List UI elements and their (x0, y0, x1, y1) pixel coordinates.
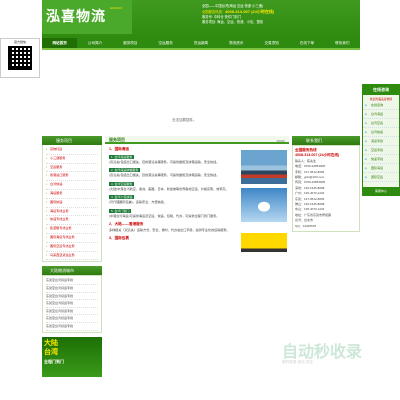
service-desc: (大陆)中港台湾航空，澳洲、美国、日本、新加坡等世界各地空运，价格实惠、效率高。 (109, 186, 229, 191)
customer-service-button[interactable]: 客服中心 (363, 187, 399, 195)
contact-box: 全国服务热线 4008-313-007 (24小时在线) 联系人：陈先生 电话：… (292, 145, 360, 233)
qr-code-icon (8, 46, 32, 70)
sidebar-item[interactable]: 海运专线业务 (46, 208, 98, 217)
service-tag[interactable]: 3. 台湾空运服务 (109, 181, 135, 186)
plugin-error-text: 无法加载插件。 (172, 118, 197, 122)
airplane-image (241, 188, 287, 222)
header: 泓喜物流 HONGXI 全国——中国台湾(海运 空运 快递 小三通) 全国服务热… (42, 0, 360, 38)
nav-item-air[interactable]: 空运服务 (148, 38, 183, 48)
nav-item-home[interactable]: 网站首页 (42, 38, 78, 48)
banner-line1: 大陆 (44, 339, 58, 347)
sidebar-item[interactable]: 国际空运专线业务 (46, 243, 98, 252)
chat-item[interactable]: 台湾快递 (363, 128, 399, 137)
center-content: 服务项目 MORE 1、国际海运 1. 台湾海运服务 (双清关)包括出口报关、目… (105, 136, 289, 400)
contact-panel: 联系我们 全国服务热线 4008-313-007 (24小时在线) 联系人：陈先… (292, 136, 360, 326)
nav-item-terms[interactable]: 交易须知 (254, 38, 289, 48)
sidebar: 服务项目 货物托运 小三通服务 空运服务 香港进口服务 台湾快递 海运服务 国际… (42, 136, 102, 400)
nav-item-about[interactable]: 公司简介 (77, 38, 112, 48)
banner-line2: 台湾 (44, 348, 58, 356)
online-chat-panel: 在线咨询 欢迎光临泓喜物流 在线咨询 台湾海运 台湾空运 台湾快递 海运专线 空… (362, 84, 400, 196)
nav-item-order[interactable]: 在线下单 (289, 38, 324, 48)
cities-title: 大陆物流城市 (42, 266, 102, 276)
city-item[interactable]: 东莞至台湾货运专线 (46, 285, 98, 293)
sidebar-item[interactable]: 集装箱专线业务 (46, 225, 98, 234)
city-item[interactable]: 东莞至台湾货运专线 (46, 293, 98, 301)
nav-item-info[interactable]: 物流资讯 (219, 38, 254, 48)
chat-item[interactable]: 在线咨询 (363, 101, 399, 110)
watermark-sub: 即时收录·来访·关注 (282, 360, 314, 364)
header-info: 全国——中国台湾(海运 空运 快递 小三通) 全国服务热线：4008-313-0… (202, 4, 274, 25)
chat-item[interactable]: 快递专线 (363, 155, 399, 164)
banner-sub: 全程门到门 (44, 358, 64, 364)
center-title-text: 服务项目 (109, 137, 125, 142)
promo-banner[interactable]: 大陆 台湾 全程门到门 (42, 336, 102, 377)
contact-title: 联系我们 (292, 136, 360, 145)
chat-item[interactable]: 国际空运 (363, 173, 399, 182)
sidebar-item[interactable]: 香港进口服务 (46, 172, 98, 182)
nav-item-contact[interactable]: 联系我们 (325, 38, 360, 48)
main-nav: 网站首页 公司简介 服务项目 空运服务 货运新闻 物流资讯 交易须知 在线下单 … (42, 38, 360, 48)
more-link[interactable]: MORE (277, 137, 285, 145)
hotline-number: 4008-313-007 (24小时在线) (225, 9, 275, 14)
chat-item[interactable]: 台湾海运 (363, 110, 399, 119)
section-heading: 2、大陆——香港服务 (109, 222, 144, 227)
service-tag[interactable]: 1. 台湾海运服务 (109, 155, 135, 159)
service-tag[interactable]: 4. 台湾小包快递 (109, 195, 135, 200)
sidebar-item[interactable]: 国际海运专线业务 (46, 234, 98, 243)
service-tag[interactable]: 5. 台湾门到门 (109, 208, 132, 213)
sidebar-item[interactable]: 小三通服务 (46, 155, 98, 164)
service-desc: (双清关)包括出口报关、目的港清关等服务，可提供整柜及拼箱运输，安全快捷。 (109, 173, 220, 178)
service-desc: 多种报关（双清关）运输方式，安全、准时、代办进出口手续，提供专业化的运输服务。 (109, 228, 230, 233)
city-item[interactable]: 东莞至台湾货运专线 (46, 323, 98, 331)
service-desc: (可代理国际包裹)，运输安全、方便快捷。 (109, 200, 167, 205)
truck-image (241, 228, 287, 262)
watermark: 自动秒收录 (282, 344, 363, 361)
city-list: 东莞至台湾货运专线 东莞至台湾货运专线 东莞至台湾货运专线 东莞至台湾货运专线 … (42, 275, 102, 333)
sidebar-item[interactable]: 台湾快递 (46, 181, 98, 190)
city-item[interactable]: 东莞至台湾货运专线 (46, 277, 98, 285)
sidebar-item[interactable]: 海运服务 (46, 190, 98, 199)
wechat-qr-box: 官方微信 (0, 38, 40, 78)
sidebar-title: 服务项目 (42, 136, 102, 145)
sidebar-item[interactable]: 空运服务 (46, 164, 98, 173)
city-item[interactable]: 东莞至台湾货运专线 (46, 308, 98, 316)
chat-title[interactable]: 在线咨询 (363, 85, 399, 95)
chat-item[interactable]: 台湾空运 (363, 119, 399, 128)
sidebar-item[interactable]: 快递专线业务 (46, 216, 98, 226)
logo-box[interactable]: 泓喜物流 HONGXI (42, 0, 132, 34)
qr-title: 官方微信 (13, 40, 26, 44)
cargo-ship-image (241, 150, 287, 184)
plugin-area: 无法加载插件。 (42, 52, 360, 132)
contact-line[interactable]: QQ：12345678 (295, 224, 357, 229)
sidebar-item[interactable]: 马来西亚货运业务 (46, 252, 98, 261)
sidebar-item[interactable]: 货物托运 (46, 146, 98, 155)
sidebar-item[interactable]: 国际快递 (46, 199, 98, 208)
chat-item[interactable]: 国际海运 (363, 164, 399, 173)
logo-sub: HONGXI (110, 6, 122, 10)
service-desc: (中港台湾海运)可提供海运及空运、快递、包税、代办，可提供全程门到门服务。 (109, 213, 220, 218)
service-tag[interactable]: 2. 台湾海运拼箱服务 (109, 168, 141, 173)
site-logo[interactable]: 泓喜物流 (46, 6, 106, 26)
service-desc: (双清关)包括出口报关、目的港清关等服务，可提供整柜及拼箱运输，安全快捷。 (109, 160, 220, 164)
city-item[interactable]: 东莞至台湾货运专线 (46, 315, 98, 323)
chat-item[interactable]: 空运专线 (363, 146, 399, 155)
center-title: 服务项目 MORE (105, 136, 289, 144)
service-list: 货物托运 小三通服务 空运服务 香港进口服务 台湾快递 海运服务 国际快递 海运… (42, 145, 102, 263)
city-item[interactable]: 东莞至台湾货运专线 (46, 300, 98, 308)
nav-item-news[interactable]: 货运新闻 (183, 38, 218, 48)
chat-item[interactable]: 海运专线 (363, 137, 399, 146)
header-line4: 服务项目: 海运、空运、快递、小包、整柜 (202, 20, 264, 24)
divider (42, 48, 360, 50)
nav-item-services[interactable]: 服务项目 (113, 38, 148, 48)
hotline-label: 全国服务热线： (202, 10, 226, 14)
